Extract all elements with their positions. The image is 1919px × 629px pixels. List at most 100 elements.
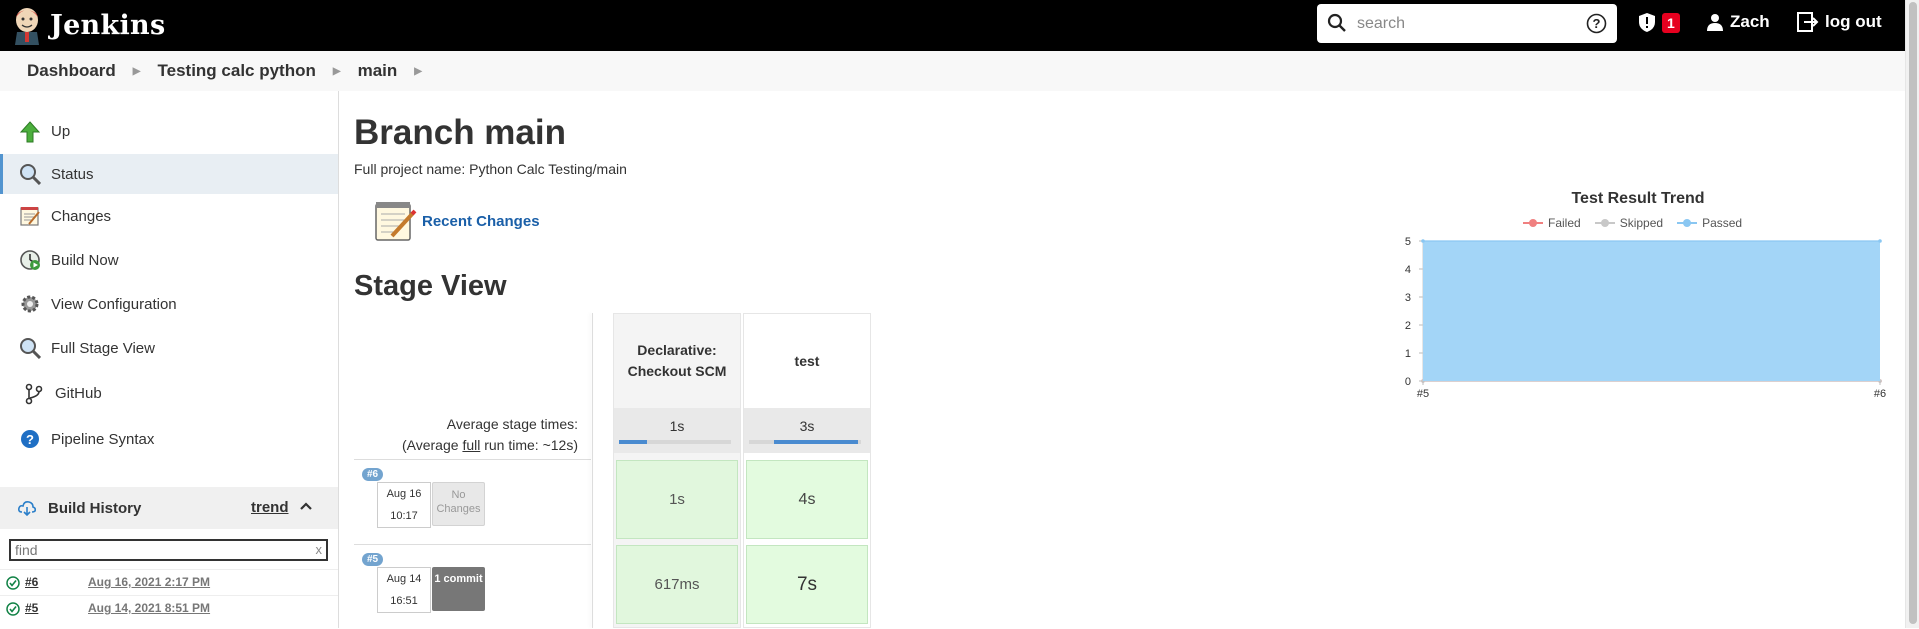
build-number-link[interactable]: #6 bbox=[25, 575, 38, 589]
run-date: Aug 14 16:51 bbox=[377, 567, 431, 613]
security-alert-button[interactable]: 1 bbox=[1638, 12, 1680, 33]
chart-title: Test Result Trend bbox=[1571, 190, 1705, 207]
clock-play-icon bbox=[18, 248, 42, 272]
run-changes-button[interactable]: 1 commit bbox=[432, 567, 485, 611]
user-menu-link[interactable]: Zach bbox=[1706, 12, 1770, 32]
series-area-passed bbox=[1423, 241, 1880, 381]
stage-average-time: 1s bbox=[669, 418, 685, 434]
stage-view-run-column: Average stage times: (Average full run t… bbox=[354, 313, 592, 628]
search-input[interactable] bbox=[1357, 12, 1572, 35]
chevron-right-icon[interactable]: ▶ bbox=[414, 66, 422, 77]
build-number-link[interactable]: #5 bbox=[25, 601, 38, 615]
sidebar-item-full-stage-view[interactable]: Full Stage View bbox=[0, 326, 338, 370]
filter-clear-button[interactable]: x bbox=[316, 542, 323, 557]
vertical-scrollbar[interactable] bbox=[1905, 0, 1919, 628]
breadcrumb-project[interactable]: Testing calc python bbox=[158, 61, 316, 81]
column-divider bbox=[592, 313, 593, 628]
build-row: #6 Aug 16, 2021 2:17 PM bbox=[0, 569, 338, 595]
sidebar-item-label: Status bbox=[51, 165, 94, 183]
build-date-link[interactable]: Aug 14, 2021 8:51 PM bbox=[88, 601, 210, 615]
sidebar-item-status[interactable]: Status bbox=[0, 154, 338, 194]
sidebar-item-view-configuration[interactable]: View Configuration bbox=[0, 282, 338, 326]
y-tick-label: 1 bbox=[1405, 348, 1411, 360]
notepad-icon bbox=[375, 202, 417, 241]
sidebar-item-build-now[interactable]: Build Now bbox=[0, 238, 338, 282]
stage-cell[interactable]: 4s bbox=[746, 460, 868, 539]
search-help-icon[interactable]: ? bbox=[1586, 13, 1607, 34]
svg-text:?: ? bbox=[26, 432, 34, 447]
search-icon bbox=[1327, 13, 1346, 32]
legend-item[interactable]: Skipped bbox=[1594, 216, 1663, 230]
alert-count-badge: 1 bbox=[1662, 12, 1680, 33]
average-full-run-time: (Average full run time: ~12s) bbox=[402, 437, 578, 453]
sidebar-item-changes[interactable]: Changes bbox=[0, 194, 338, 238]
stage-average-bar-fill bbox=[619, 440, 647, 444]
legend-label: Passed bbox=[1702, 216, 1743, 230]
y-tick-label: 4 bbox=[1405, 264, 1411, 276]
run-date: Aug 16 10:17 bbox=[377, 482, 431, 528]
up-arrow-icon bbox=[18, 120, 42, 144]
x-tick-label: #6 bbox=[1874, 388, 1886, 400]
run-number-badge[interactable]: #5 bbox=[362, 553, 384, 566]
stage-header: Declarative: Checkout SCM bbox=[627, 342, 727, 379]
sidebar-item-label: View Configuration bbox=[51, 295, 177, 313]
test-result-trend-chart[interactable]: Test Result Trend Failed Skipped Passed 0 1… bbox=[1383, 185, 1893, 405]
data-point bbox=[1421, 239, 1425, 243]
build-history-trend-link[interactable]: trend bbox=[251, 499, 289, 516]
breadcrumb: Dashboard ▶ Testing calc python ▶ main ▶ bbox=[0, 51, 1905, 91]
stage-view-title: Stage View bbox=[354, 270, 507, 302]
data-point bbox=[1878, 239, 1882, 243]
chevron-right-icon[interactable]: ▶ bbox=[133, 66, 141, 77]
legend-marker bbox=[1677, 219, 1698, 227]
sidebar-item-label: GitHub bbox=[55, 385, 102, 402]
success-status-icon bbox=[6, 602, 20, 616]
sidebar-item-up[interactable]: Up bbox=[0, 109, 338, 154]
jenkins-logo-icon bbox=[15, 8, 39, 45]
breadcrumb-dashboard[interactable]: Dashboard bbox=[27, 61, 116, 81]
legend-marker bbox=[1523, 219, 1543, 227]
stage-column: test 3s 4s 7s bbox=[743, 313, 871, 628]
recent-changes-link[interactable]: Recent Changes bbox=[372, 198, 540, 244]
logo-title: Jenkins bbox=[50, 9, 166, 41]
build-date-link[interactable]: Aug 16, 2021 2:17 PM bbox=[88, 575, 210, 589]
x-tick-label: #5 bbox=[1417, 388, 1429, 400]
build-filter-input[interactable] bbox=[11, 541, 301, 559]
breadcrumb-branch[interactable]: main bbox=[358, 61, 398, 81]
stage-average-bar bbox=[619, 440, 731, 444]
jenkins-home-link[interactable]: Jenkins bbox=[12, 3, 165, 47]
run-number-badge[interactable]: #6 bbox=[362, 468, 384, 481]
logout-icon bbox=[1797, 12, 1819, 32]
logout-link[interactable]: log out bbox=[1797, 12, 1882, 32]
chevron-right-icon[interactable]: ▶ bbox=[333, 66, 341, 77]
run-row: #6 Aug 16 10:17 No Changes bbox=[354, 459, 591, 544]
chevron-up-icon[interactable] bbox=[298, 498, 314, 514]
legend-label: Failed bbox=[1548, 216, 1581, 230]
build-history-filter: x bbox=[9, 539, 328, 561]
stage-cell[interactable]: 7s bbox=[746, 545, 868, 624]
legend-item[interactable]: Passed bbox=[1677, 216, 1742, 230]
scrollbar-thumb[interactable] bbox=[1909, 2, 1917, 624]
build-history-header: Build History trend bbox=[0, 487, 338, 529]
run-time: 16:51 bbox=[390, 595, 418, 607]
user-icon bbox=[1707, 14, 1723, 31]
legend-item[interactable]: Failed bbox=[1523, 216, 1581, 230]
page-title: Branch main bbox=[354, 113, 566, 152]
cloud-icon bbox=[18, 501, 36, 516]
average-stage-times-label: Average stage times: bbox=[446, 416, 578, 432]
search-box: ? bbox=[1317, 4, 1617, 43]
build-history-title: Build History bbox=[48, 499, 142, 517]
avg-full-prefix: (Average bbox=[401, 437, 463, 453]
sidebar-item-label: Pipeline Syntax bbox=[51, 430, 155, 448]
gear-icon bbox=[18, 292, 42, 316]
legend-marker bbox=[1594, 219, 1615, 227]
shield-icon bbox=[1639, 13, 1655, 32]
sidebar-item-pipeline-syntax[interactable]: ? Pipeline Syntax bbox=[0, 417, 338, 461]
sidebar-item-label: Up bbox=[51, 123, 71, 140]
sidebar-item-github[interactable]: GitHub bbox=[0, 370, 338, 417]
magnifier-icon bbox=[18, 336, 42, 360]
recent-changes-label: Recent Changes bbox=[422, 212, 540, 230]
top-header: Jenkins ? 1 Zach log o bbox=[0, 0, 1905, 51]
svg-text:?: ? bbox=[1593, 16, 1601, 31]
stage-cell[interactable]: 1s bbox=[616, 460, 738, 539]
stage-cell[interactable]: 617ms bbox=[616, 545, 738, 624]
